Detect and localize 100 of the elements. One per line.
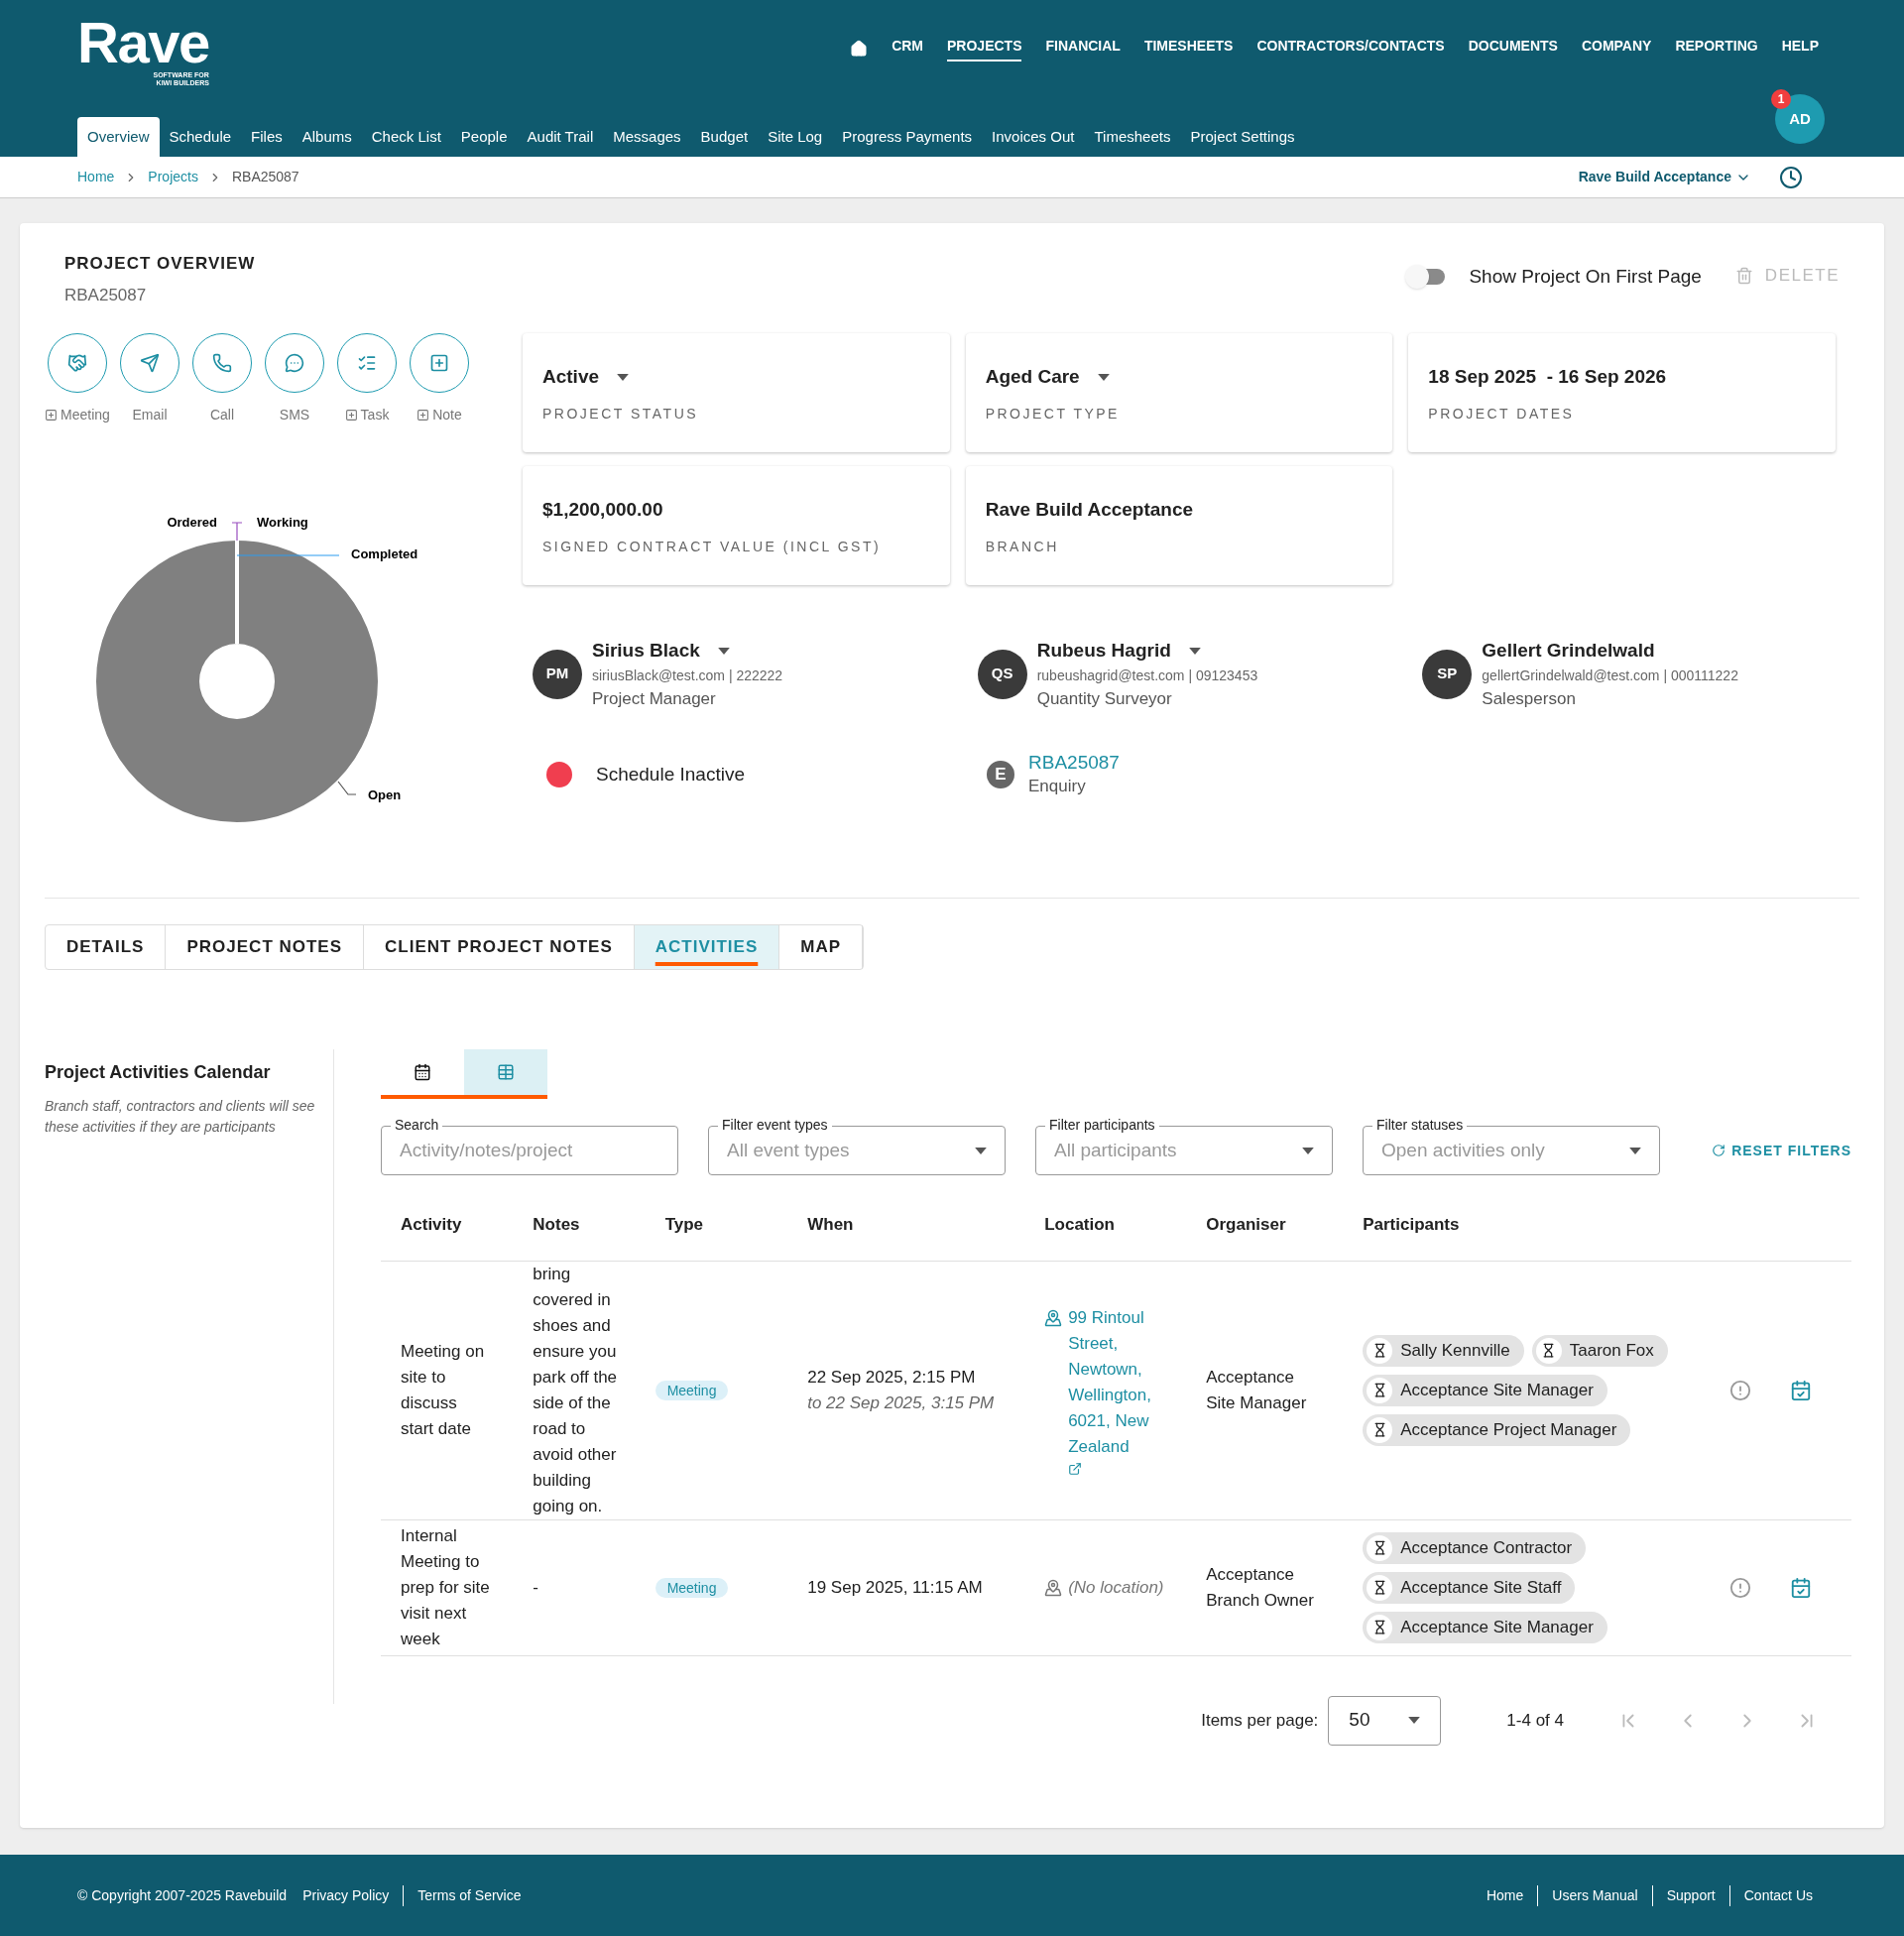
calendar-title: Project Activities Calendar [45,1061,272,1084]
caret-icon[interactable] [1408,1717,1421,1724]
project-tab[interactable]: Messages [603,117,691,157]
leader-line [337,781,357,795]
toggle-label: Show Project On First Page [1469,265,1702,289]
enquiry-label: Enquiry [1028,776,1087,797]
project-tab[interactable]: Audit Trail [517,117,604,157]
nav-link[interactable]: TIMESHEETS [1143,36,1234,61]
map-icon [1044,1578,1063,1597]
person-avatar: SP [1422,649,1473,699]
project-tab[interactable]: People [450,117,518,157]
calendar-icon [414,1063,431,1081]
card-label: BRANCH [985,537,1060,556]
table-icon [497,1063,515,1081]
participant-chip: Acceptance Site Manager [1363,1374,1607,1406]
participant-chip: Sally Kennville [1363,1334,1524,1367]
participant-chip: Acceptance Project Manager [1363,1413,1631,1446]
table-cell: Internal Meeting to prep for site visit next week [381,1519,514,1655]
column-header: Participants [1343,1189,1729,1261]
quick-action-button[interactable] [265,333,324,393]
leader-line [231,522,243,542]
card-label: PROJECT TYPE [985,404,1121,424]
section-title: PROJECT OVERVIEW [64,253,256,275]
project-tab[interactable]: Budget [690,117,759,157]
enquiry-link[interactable]: RBA25087 [1028,751,1120,775]
calendar-icon[interactable] [1790,1576,1813,1599]
footer-link[interactable]: Privacy Policy [302,1884,404,1906]
project-tab[interactable]: Progress Payments [832,117,983,157]
person-name: Sirius Black [592,639,700,663]
breadcrumb-link[interactable]: Home [77,167,115,187]
quick-action-button[interactable] [120,333,179,393]
section-tab[interactable]: CLIENT PROJECT NOTES [364,925,635,969]
footer-link[interactable]: Terms of Service [403,1884,536,1906]
project-tab[interactable]: Timesheets [1084,117,1181,157]
project-tab[interactable]: Check List [361,117,451,157]
project-tab[interactable]: Albums [292,117,362,157]
nav-link[interactable]: HELP [1781,36,1819,61]
reset-filters-button[interactable]: RESET FILTERS [1712,1140,1851,1161]
footer-link[interactable]: Support [1651,1884,1729,1906]
nav-link[interactable]: FINANCIAL [1045,36,1121,61]
section-tab[interactable]: MAP [779,925,864,969]
clock-icon[interactable] [1779,165,1803,189]
nav-link[interactable]: REPORTING [1675,36,1758,61]
home-icon[interactable] [850,40,869,58]
chart-label: Open [368,787,402,802]
caret-icon[interactable] [1629,1147,1641,1154]
project-tab[interactable]: Site Log [758,117,833,157]
chat-bubble-icon [285,353,304,373]
person-name: Rubeus Hagrid [1036,639,1171,663]
hourglass-icon [1367,1337,1393,1364]
quick-action-button[interactable] [192,333,252,393]
select-placeholder: All event types [727,1138,851,1162]
column-header: Notes [513,1189,646,1261]
location-text: (No location) [1068,1576,1164,1599]
breadcrumb-link[interactable]: Projects [148,167,198,187]
footer-link[interactable]: Home [1472,1884,1538,1906]
quick-action-label: Task [360,406,390,424]
section-tab[interactable]: DETAILS [46,925,167,969]
field-label: Filter participants [1045,1116,1159,1134]
location-link[interactable]: 99 Rintoul Street, Newtown, Wellington, 6021, New Zealand [1068,1304,1167,1460]
search-input[interactable]: Activity/notes/project [400,1136,659,1165]
caret-icon[interactable] [1188,647,1201,655]
external-link-icon[interactable] [1068,1461,1083,1476]
caret-icon[interactable] [717,647,730,655]
calendar-description: Branch staff, contractors and clients will see these activities if they are participants [45,1097,316,1137]
project-tab[interactable]: Project Settings [1180,117,1305,157]
footer-link[interactable]: Users Manual [1537,1884,1652,1906]
trash-icon [1734,266,1753,285]
table-cell-text: 22 Sep 2025, 2:15 PM [807,1366,977,1389]
nav-link[interactable]: CONTRACTORS/CONTACTS [1256,36,1445,61]
calendar-icon[interactable] [1790,1379,1813,1401]
caret-icon[interactable] [975,1147,987,1154]
page-size-select[interactable]: 50 [1328,1695,1442,1746]
person-role: Project Manager [592,687,717,710]
nav-link[interactable]: COMPANY [1581,36,1652,61]
view-toggle[interactable] [464,1049,547,1095]
project-tab[interactable]: Schedule [159,117,242,157]
person-name: Gellert Grindelwald [1482,639,1655,663]
branch-select[interactable]: Rave Build Acceptance [1578,167,1751,187]
items-per-page-label: Items per page: [1201,1709,1319,1732]
card-value: Aged Care [985,365,1080,389]
nav-link[interactable]: PROJECTS [947,36,1022,61]
nav-link[interactable]: CRM [892,36,923,61]
status-icon[interactable] [1728,1576,1751,1599]
map-icon [1044,1308,1063,1327]
hourglass-icon [1367,1534,1393,1561]
nav-link[interactable]: DOCUMENTS [1468,36,1558,61]
table-cell-text: to 22 Sep 2025, 3:15 PM [807,1392,996,1414]
status-icon[interactable] [1728,1379,1751,1401]
type-badge: Meeting [654,1380,729,1400]
caret-icon[interactable] [617,373,630,381]
section-tab[interactable]: PROJECT NOTES [166,925,365,969]
participant-chip: Taaron Fox [1531,1334,1668,1367]
caret-icon[interactable] [1097,373,1110,381]
caret-icon[interactable] [1302,1147,1314,1154]
project-tab[interactable]: Overview [77,117,160,157]
footer-link[interactable]: Contact Us [1728,1884,1827,1906]
project-tab[interactable]: Invoices Out [982,117,1085,157]
enquiry-icon: E [987,761,1014,788]
project-tab[interactable]: Files [241,117,293,157]
